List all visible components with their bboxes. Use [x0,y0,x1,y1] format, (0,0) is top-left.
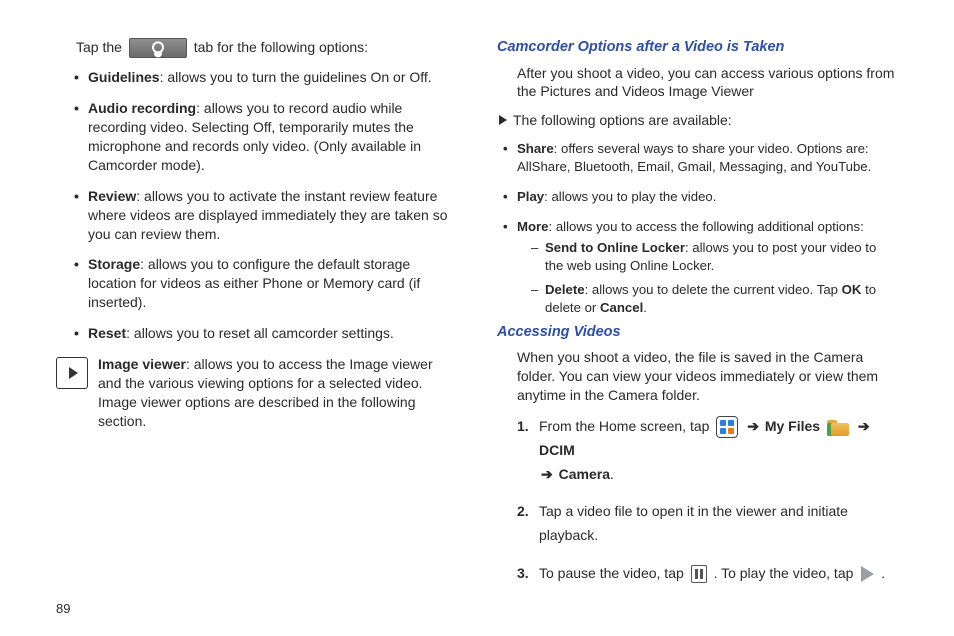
page-number: 89 [56,600,70,618]
more-sublist: Send to Online Locker: allows you to pos… [531,239,898,316]
tap-line: Tap the tab for the following options: [76,38,457,58]
heading-accessing-videos: Accessing Videos [497,323,898,343]
image-viewer-text: Image viewer: allows you to access the I… [98,355,457,431]
steps-list: From the Home screen, tap ➔ My Files ➔ D… [517,415,898,586]
opt-share: Share: offers several ways to share your… [517,140,898,176]
triangle-bullet-icon [499,115,507,125]
right-options-list: Share: offers several ways to share your… [505,140,898,317]
arrow-icon: ➔ [858,418,870,434]
folder-icon [827,420,849,436]
opt-guidelines: Guidelines: allows you to turn the guide… [88,68,457,87]
opt-more: More: allows you to access the following… [517,218,898,317]
tap-pre: Tap the [76,39,126,55]
sub-delete: Delete: allows you to delete the current… [531,281,898,317]
arrow-icon: ➔ [747,418,759,434]
heading-camcorder-options: Camcorder Options after a Video is Taken [497,38,898,58]
camcorder-after-para: After you shoot a video, you can access … [517,64,898,102]
options-available-line: The following options are available: [499,111,898,130]
opt-storage: Storage: allows you to configure the def… [88,255,457,312]
opt-play: Play: allows you to play the video. [517,188,898,206]
opt-review: Review: allows you to activate the insta… [88,187,457,244]
image-viewer-icon [56,357,88,389]
left-options-list: Guidelines: allows you to turn the guide… [76,68,457,343]
sub-send-online-locker: Send to Online Locker: allows you to pos… [531,239,898,275]
step-1: From the Home screen, tap ➔ My Files ➔ D… [517,415,898,486]
opt-reset: Reset: allows you to reset all camcorder… [88,324,457,343]
step-3: To pause the video, tap . To play the vi… [517,562,898,586]
opt-audio-recording: Audio recording: allows you to record au… [88,99,457,175]
settings-tab-icon [129,38,187,58]
tap-post: tab for the following options: [194,39,368,55]
arrow-icon: ➔ [541,466,553,482]
accessing-videos-para: When you shoot a video, the file is save… [517,348,898,405]
pause-icon [691,565,707,583]
play-icon [861,566,874,582]
apps-icon [716,416,738,438]
step-2: Tap a video file to open it in the viewe… [517,500,898,548]
